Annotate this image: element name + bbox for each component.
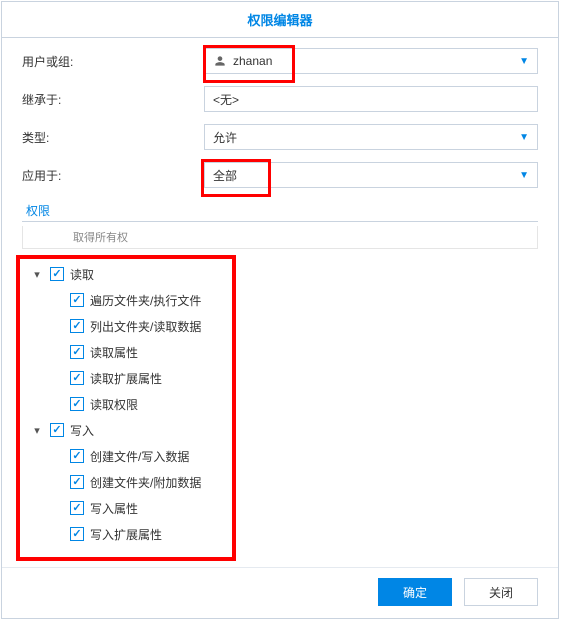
user-group-value: zhanan (233, 54, 519, 68)
type-label: 类型: (22, 129, 204, 146)
tree-label: 写入扩展属性 (90, 526, 162, 543)
user-group-label: 用户或组: (22, 53, 204, 70)
checkbox[interactable]: ✓ (70, 475, 84, 489)
tree-label: 读取属性 (90, 344, 138, 361)
tree-node-read[interactable]: ▾ ✓ 读取 (30, 261, 538, 287)
dialog-footer: 确定 关闭 (2, 567, 558, 618)
tree-label: 写入属性 (90, 500, 138, 517)
chevron-down-icon: ▼ (519, 132, 529, 143)
inherit-value: <无> (213, 91, 529, 108)
inherit-select[interactable]: <无> (204, 86, 538, 112)
tree-label: 遍历文件夹/执行文件 (90, 292, 201, 309)
checkbox-write[interactable]: ✓ (50, 423, 64, 437)
truncated-row: 取得所有权 (22, 226, 538, 249)
checkbox[interactable]: ✓ (70, 345, 84, 359)
permission-editor-dialog: 权限编辑器 用户或组: zhanan ▼ 继承于: <无> 类型: 允许 ▼ 应… (1, 1, 559, 619)
apply-select[interactable]: 全部 ▼ (204, 162, 538, 188)
collapse-icon[interactable]: ▾ (30, 424, 44, 437)
permissions-header: 权限 (22, 200, 538, 222)
checkbox[interactable]: ✓ (70, 501, 84, 515)
user-group-select[interactable]: zhanan ▼ (204, 48, 538, 74)
tree-child-read[interactable]: ✓ 读取属性 (64, 339, 538, 365)
tree-label: 写入 (70, 422, 94, 439)
checkbox[interactable]: ✓ (70, 449, 84, 463)
apply-value: 全部 (213, 167, 519, 184)
tree-node-write[interactable]: ▾ ✓ 写入 (30, 417, 538, 443)
form-area: 用户或组: zhanan ▼ 继承于: <无> 类型: 允许 ▼ 应用于: 全部 (2, 38, 558, 188)
tree-child-read[interactable]: ✓ 读取扩展属性 (64, 365, 538, 391)
apply-label: 应用于: (22, 167, 204, 184)
tree-child-write[interactable]: ✓ 创建文件夹/附加数据 (64, 469, 538, 495)
inherit-label: 继承于: (22, 91, 204, 108)
checkbox[interactable]: ✓ (70, 293, 84, 307)
checkbox-read[interactable]: ✓ (50, 267, 64, 281)
checkbox[interactable]: ✓ (70, 371, 84, 385)
permission-tree: ▾ ✓ 读取 ✓ 遍历文件夹/执行文件 ✓ 列出文件夹/读取数据 ✓ 读取属性 ✓ 读取扩展属… (16, 255, 544, 557)
tree-child-read[interactable]: ✓ 遍历文件夹/执行文件 (64, 287, 538, 313)
tree-child-write[interactable]: ✓ 写入属性 (64, 495, 538, 521)
ok-button[interactable]: 确定 (378, 578, 452, 606)
tree-label: 创建文件/写入数据 (90, 448, 189, 465)
tree-label: 列出文件夹/读取数据 (90, 318, 201, 335)
tree-label: 读取权限 (90, 396, 138, 413)
collapse-icon[interactable]: ▾ (30, 268, 44, 281)
tree-child-read[interactable]: ✓ 读取权限 (64, 391, 538, 417)
type-select[interactable]: 允许 ▼ (204, 124, 538, 150)
chevron-down-icon: ▼ (519, 170, 529, 181)
tree-label: 读取 (70, 266, 94, 283)
tree-child-write[interactable]: ✓ 创建文件/写入数据 (64, 443, 538, 469)
tree-child-write[interactable]: ✓ 写入扩展属性 (64, 521, 538, 547)
user-icon (213, 54, 227, 68)
chevron-down-icon: ▼ (519, 56, 529, 67)
close-button[interactable]: 关闭 (464, 578, 538, 606)
tree-child-read[interactable]: ✓ 列出文件夹/读取数据 (64, 313, 538, 339)
checkbox[interactable]: ✓ (70, 319, 84, 333)
type-value: 允许 (213, 129, 519, 146)
checkbox[interactable]: ✓ (70, 527, 84, 541)
tree-label: 创建文件夹/附加数据 (90, 474, 201, 491)
checkbox[interactable]: ✓ (70, 397, 84, 411)
tree-label: 读取扩展属性 (90, 370, 162, 387)
dialog-title: 权限编辑器 (2, 2, 558, 38)
